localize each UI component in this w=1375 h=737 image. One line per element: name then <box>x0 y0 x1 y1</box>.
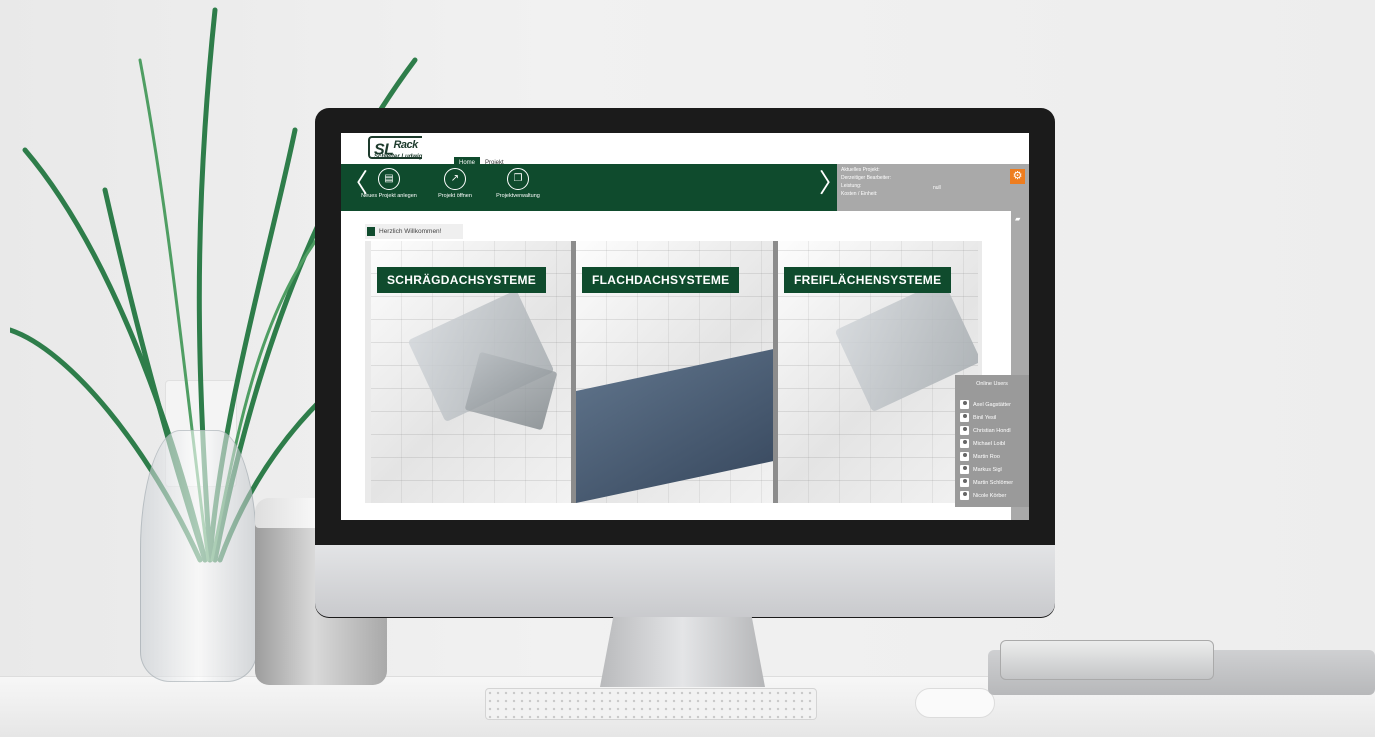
online-user[interactable]: Martin Schlömer <box>960 478 1013 489</box>
online-user[interactable]: Christian Hondl <box>960 426 1011 437</box>
user-icon <box>960 452 969 462</box>
project-management-icon: ❐ <box>507 168 529 190</box>
panel-freiflaechen-label: FREIFLÄCHENSYSTEME <box>784 267 952 293</box>
user-icon <box>960 400 969 410</box>
online-user-name: Axel Gagstätter <box>973 402 1011 408</box>
settings-gear-icon[interactable]: ⚙ <box>1010 169 1025 184</box>
online-user[interactable]: Nicole Körber <box>960 491 1006 502</box>
online-users-title: Online Users <box>976 381 1008 387</box>
logo: SLRack Schletter Ludwig <box>368 136 434 162</box>
info-power-value: null <box>933 185 941 191</box>
new-project-icon: ▤ <box>378 168 400 190</box>
logo-subtitle: Schletter Ludwig <box>374 154 423 160</box>
user-icon <box>960 478 969 488</box>
online-user-name: Martin Schlömer <box>973 480 1014 486</box>
keyboard <box>485 688 817 720</box>
user-icon <box>960 439 969 449</box>
system-gallery: SCHRÄGDACHSYSTEME FLACHDACHSYSTEME FREIF… <box>365 241 982 503</box>
online-user-name: Christian Hondl <box>973 428 1011 434</box>
new-project-button[interactable]: ▤ Neues Projekt anlegen <box>359 168 419 199</box>
online-user[interactable]: Michael Loibl <box>960 439 1005 450</box>
online-user-name: Nicole Körber <box>973 493 1007 499</box>
panel-flachdach-label: FLACHDACHSYSTEME <box>582 267 740 293</box>
info-power: Leistung: <box>841 183 862 189</box>
online-users-panel: Online Users Axel Gagstätter Binil Yesil… <box>955 375 1029 507</box>
online-user-name: Michael Loibl <box>973 441 1006 447</box>
user-icon <box>960 491 969 501</box>
online-user-name: Markus Sigl <box>973 467 1002 473</box>
welcome-tab[interactable]: Herzlich Willkommen! <box>365 224 463 239</box>
tablet <box>1000 640 1214 680</box>
side-panel-icon[interactable]: ▰ <box>1015 215 1020 223</box>
monitor-stand <box>600 617 765 687</box>
tab-bar: Home Projekt <box>454 151 509 169</box>
panel-schraegdach[interactable]: SCHRÄGDACHSYSTEME <box>371 241 571 503</box>
online-user[interactable]: Martin Roo <box>960 452 1000 463</box>
info-current-editor: Derzeitiger Bearbeiter: <box>841 175 892 181</box>
online-user[interactable]: Binil Yesil <box>960 413 996 424</box>
project-management-button[interactable]: ❐ Projektverwaltung <box>488 168 548 199</box>
open-project-label: Projekt öffnen <box>438 193 472 199</box>
mouse <box>915 688 995 718</box>
panel-schraegdach-label: SCHRÄGDACHSYSTEME <box>377 267 547 293</box>
project-management-label: Projektverwaltung <box>496 193 540 199</box>
open-project-icon: ↗ <box>444 168 466 190</box>
app-screen: SLRack Schletter Ludwig Home Projekt 〈 〉 … <box>341 133 1029 520</box>
new-project-label: Neues Projekt anlegen <box>361 193 417 199</box>
user-icon <box>960 426 969 436</box>
logo-sup-text: Rack <box>393 139 418 151</box>
panel-flachdach[interactable]: FLACHDACHSYSTEME <box>576 241 773 503</box>
project-info-panel: Aktuelles Projekt: Derzeitiger Bearbeite… <box>837 164 1029 211</box>
online-user[interactable]: Markus Sigl <box>960 465 1002 476</box>
welcome-square-icon <box>367 227 375 236</box>
online-user-name: Martin Roo <box>973 454 1000 460</box>
user-icon <box>960 413 969 423</box>
online-user[interactable]: Axel Gagstätter <box>960 400 1011 411</box>
info-current-project: Aktuelles Projekt: <box>841 167 880 173</box>
user-icon <box>960 465 969 475</box>
panel-freiflaechen[interactable]: FREIFLÄCHENSYSTEME <box>778 241 978 503</box>
open-project-button[interactable]: ↗ Projekt öffnen <box>425 168 485 199</box>
online-user-name: Binil Yesil <box>973 415 997 421</box>
glass-vase <box>140 430 257 682</box>
welcome-text: Herzlich Willkommen! <box>379 228 442 235</box>
monitor-chin <box>315 545 1055 617</box>
info-cost-unit: Kosten / Einheit: <box>841 191 878 197</box>
